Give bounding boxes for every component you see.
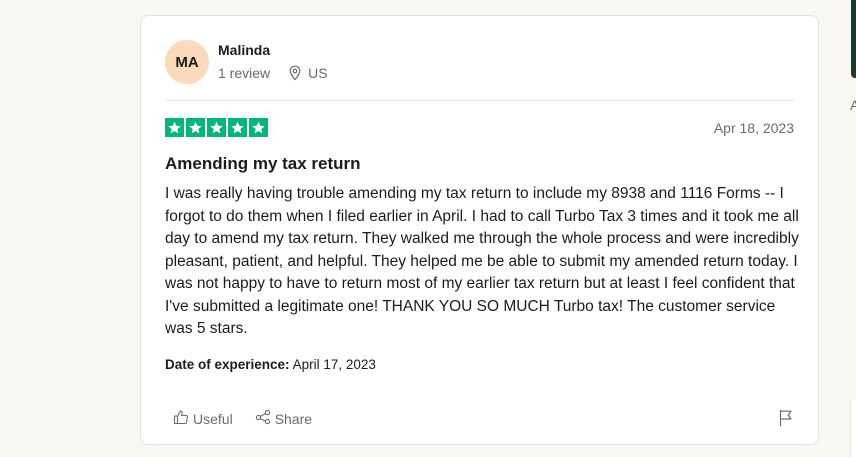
review-title[interactable]: Amending my tax return — [165, 154, 361, 174]
useful-label: Useful — [193, 410, 233, 427]
reviewer-country: US — [308, 65, 328, 81]
side-panel-card-edge — [850, 400, 856, 457]
review-actions: Useful Share — [173, 409, 312, 428]
date-of-experience: Date of experience: April 17, 2023 — [165, 357, 376, 372]
experience-label: Date of experience: — [165, 357, 290, 372]
report-flag-icon[interactable] — [778, 409, 794, 432]
star-icon — [249, 118, 268, 137]
location-pin-icon — [288, 65, 302, 81]
experience-date: April 17, 2023 — [292, 357, 376, 372]
useful-button[interactable]: Useful — [173, 409, 233, 428]
share-label: Share — [274, 410, 313, 427]
review-card: MA Malinda 1 review US Apr 18, 2023 Amen… — [140, 15, 819, 445]
side-panel-dark-edge — [851, 0, 856, 78]
review-date: Apr 18, 2023 — [713, 120, 794, 136]
side-panel-partial-text: A — [850, 97, 856, 113]
reviewer-name[interactable]: Malinda — [218, 42, 270, 58]
star-rating — [165, 118, 268, 137]
star-icon — [165, 118, 184, 137]
star-icon — [186, 118, 205, 137]
share-icon — [255, 409, 271, 428]
star-icon — [207, 118, 226, 137]
review-count: 1 review — [218, 65, 271, 81]
thumbs-up-icon — [173, 409, 189, 428]
avatar[interactable]: MA — [165, 40, 209, 84]
review-body: I was really having trouble amending my … — [165, 185, 799, 337]
reviewer-meta: 1 review US — [218, 65, 328, 81]
share-button[interactable]: Share — [255, 409, 312, 428]
star-icon — [228, 118, 247, 137]
divider — [165, 100, 795, 101]
